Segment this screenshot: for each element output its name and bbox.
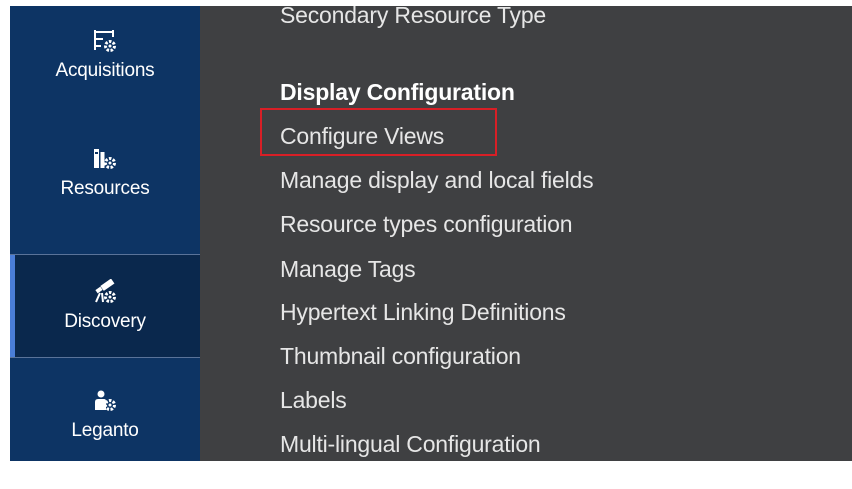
sidebar-item-label: Acquisitions xyxy=(55,60,155,81)
resources-gear-icon xyxy=(94,149,116,169)
menu-item-thumbnail-configuration[interactable]: Thumbnail configuration xyxy=(280,343,521,370)
sidebar-item-label: Leganto xyxy=(71,420,139,441)
sidebar: Acquisitions Resources Discovery Leganto xyxy=(10,6,200,461)
menu-item-manage-tags[interactable]: Manage Tags xyxy=(280,256,416,283)
menu-item-manage-display-local-fields[interactable]: Manage display and local fields xyxy=(280,167,594,194)
active-indicator xyxy=(10,255,15,357)
menu-item-secondary-resource-type[interactable]: Secondary Resource Type xyxy=(280,6,546,29)
menu-item-hypertext-linking-definitions[interactable]: Hypertext Linking Definitions xyxy=(280,299,566,326)
sidebar-item-acquisitions[interactable]: Acquisitions xyxy=(10,28,200,118)
app-frame: Acquisitions Resources Discovery Leganto… xyxy=(10,6,852,461)
acquisitions-gear-icon xyxy=(94,30,116,52)
menu-item-multi-lingual-configuration[interactable]: Multi-lingual Configuration xyxy=(280,431,541,458)
leganto-gear-icon xyxy=(95,390,116,411)
menu-item-labels[interactable]: Labels xyxy=(280,387,347,414)
sidebar-item-label: Discovery xyxy=(64,311,146,332)
menu-item-resource-types-configuration[interactable]: Resource types configuration xyxy=(280,211,572,238)
sidebar-item-discovery[interactable]: Discovery xyxy=(10,254,200,358)
highlight-box xyxy=(260,108,497,156)
discovery-telescope-gear-icon xyxy=(95,279,116,303)
section-heading-display-configuration: Display Configuration xyxy=(280,79,515,105)
sidebar-item-leganto[interactable]: Leganto xyxy=(10,388,200,460)
configuration-menu: Secondary Resource Type Display Configur… xyxy=(280,6,852,461)
sidebar-item-resources[interactable]: Resources xyxy=(10,146,200,236)
sidebar-item-label: Resources xyxy=(60,178,150,199)
